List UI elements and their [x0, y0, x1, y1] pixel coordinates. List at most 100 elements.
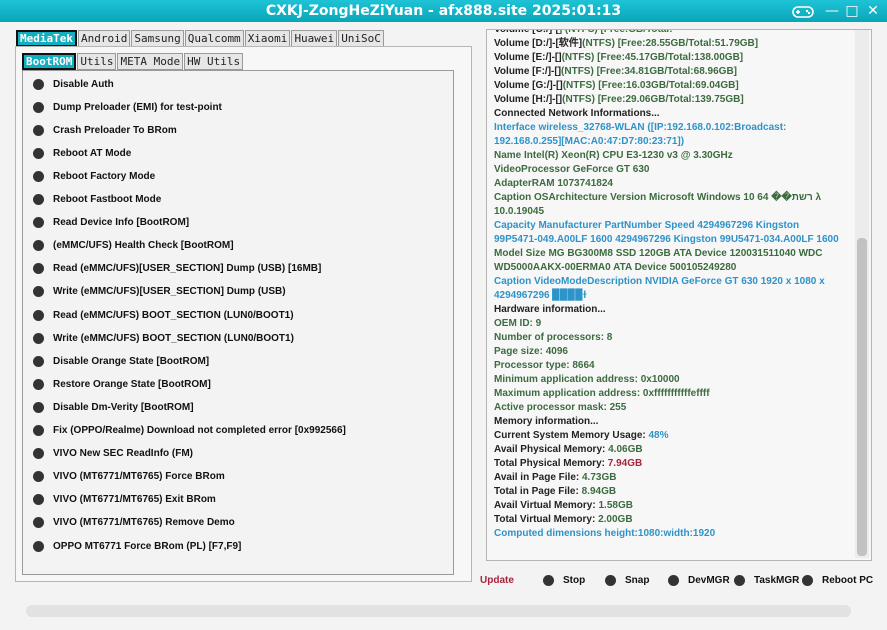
log-line: Active processor mask: 255: [494, 401, 626, 415]
radio-icon: [33, 101, 44, 113]
log-line: AdapterRAM 1073741824: [494, 177, 613, 191]
tab-xiaomi[interactable]: Xiaomi: [244, 30, 291, 47]
log-line: Volume [F:/]-[](NTFS) [Free:34.81GB/Tota…: [494, 65, 737, 79]
update-link[interactable]: Update: [480, 575, 514, 586]
log-text: Volume [F:/]-[]: [494, 66, 562, 77]
operation-item[interactable]: Reboot Factory Mode: [33, 168, 155, 184]
log-text: 7.94GB: [607, 458, 643, 469]
update-link-wrap: Update: [480, 572, 514, 588]
taskmgr-button[interactable]: TaskMGR: [734, 572, 799, 588]
operation-item[interactable]: VIVO (MT6771/MT6765) Remove Demo: [33, 515, 235, 531]
operation-label: Read (eMMC/UFS) BOOT_SECTION (LUN0/BOOT1…: [53, 309, 294, 321]
operation-item[interactable]: VIVO (MT6771/MT6765) Force BRom: [33, 469, 225, 485]
log-text: 10.0.19045: [494, 206, 545, 217]
operation-item[interactable]: Read (eMMC/UFS)[USER_SECTION] Dump (USB)…: [33, 261, 321, 277]
tab-utils[interactable]: Utils: [77, 53, 117, 70]
log-text: 4.06GB: [608, 444, 643, 455]
log-text: Avail Virtual Memory:: [494, 500, 599, 511]
radio-icon: [33, 378, 44, 390]
bootrom-operations-list: Disable Auth Dump Preloader (EMI) for tes…: [22, 70, 454, 575]
snap-button[interactable]: Snap: [605, 572, 649, 588]
close-button[interactable]: ✕: [864, 3, 882, 19]
radio-icon: [33, 147, 44, 159]
operation-item[interactable]: Restore Orange State [BootROM]: [33, 376, 211, 392]
log-text: WD5000AAKX-00ERMA0 ATA Device 5001052492…: [494, 262, 737, 273]
log-line: Avail Physical Memory: 4.06GB: [494, 443, 643, 457]
log-text: (NTFS) [Free:34.81GB/Total:68.96GB]: [561, 66, 737, 77]
radio-icon: [33, 194, 44, 205]
operation-item[interactable]: Crash Preloader To BRom: [33, 122, 177, 138]
tab-hw-utils[interactable]: HW Utils: [184, 53, 244, 70]
operation-item[interactable]: Disable Auth: [33, 76, 114, 92]
log-text: Caption OSArchitecture Version Microsoft…: [494, 192, 822, 203]
radio-icon: [33, 78, 44, 90]
operation-item[interactable]: Dump Preloader (EMI) for test-point: [33, 99, 222, 115]
log-text: GB/Total:: [628, 29, 673, 35]
log-text: Volume [D:/]-[软件]: [494, 38, 583, 49]
tab-samsung[interactable]: Samsung: [131, 30, 184, 47]
radio-icon: [33, 355, 44, 367]
operation-item[interactable]: Reboot AT Mode: [33, 145, 131, 161]
operation-label: VIVO (MT6771/MT6765) Remove Demo: [53, 517, 235, 529]
radio-icon: [33, 170, 44, 182]
snap-button-label: Snap: [625, 574, 650, 586]
operation-item[interactable]: Fix (OPPO/Realme) Download not completed…: [33, 423, 346, 439]
operation-label: Read Device Info [BootROM]: [53, 217, 190, 229]
radio-icon: [33, 240, 44, 252]
radio-icon: [33, 401, 44, 413]
operation-label: Reboot Fastboot Mode: [53, 194, 162, 205]
tab-mediatek[interactable]: MediaTek: [16, 30, 77, 47]
operation-label: Dump Preloader (EMI) for test-point: [53, 101, 222, 113]
operation-label: Read (eMMC/UFS)[USER_SECTION] Dump (USB)…: [53, 263, 322, 275]
log-text: Number of processors: 8: [494, 332, 613, 343]
radio-icon: [33, 494, 44, 506]
log-text: (NTFS) [Free:16.03GB/Total:69.04GB]: [562, 80, 739, 91]
operation-label: Disable Auth: [53, 78, 114, 90]
log-text: Connected Network Informations...: [494, 108, 660, 119]
tab-huawei[interactable]: Huawei: [291, 30, 338, 47]
tab-qualcomm[interactable]: Qualcomm: [184, 30, 244, 47]
operation-item[interactable]: VIVO New SEC ReadInfo (FM): [33, 446, 193, 462]
tab-bootrom[interactable]: BootROM: [22, 53, 77, 70]
operation-label: Fix (OPPO/Realme) Download not completed…: [53, 425, 346, 436]
reboot-pc-button-label: Reboot PC: [822, 574, 874, 586]
log-text: (NTFS) [Free:29.06GB/Total:139.75GB]: [562, 94, 744, 105]
log-line: Volume [H:/]-[](NTFS) [Free:29.06GB/Tota…: [494, 93, 744, 107]
log-panel[interactable]: Volume [C:/]-[] (NTFS) [Free:GB/Total: Vo…: [486, 29, 872, 561]
operation-item[interactable]: VIVO (MT6771/MT6765) Exit BRom: [33, 492, 216, 508]
log-scrollbar-thumb[interactable]: [857, 238, 867, 556]
tab-meta-mode[interactable]: META Mode: [117, 53, 184, 70]
log-text: Total Virtual Memory:: [494, 514, 599, 525]
operation-label: VIVO New SEC ReadInfo (FM): [53, 448, 194, 460]
log-text: Total in Page File:: [494, 486, 582, 497]
log-line: Capacity Manufacturer PartNumber Speed 4…: [494, 219, 799, 233]
operation-item[interactable]: OPPO MT6771 Force BRom (PL) [F7,F9]: [33, 538, 241, 554]
operation-item[interactable]: Disable Dm-Verity [BootROM]: [33, 399, 194, 415]
radio-icon: [734, 574, 745, 586]
operation-item[interactable]: Write (eMMC/UFS) BOOT_SECTION (LUN0/BOOT…: [33, 330, 294, 346]
radio-icon: [33, 263, 44, 275]
operation-item[interactable]: Write (eMMC/UFS)[USER_SECTION] Dump (USB…: [33, 284, 286, 300]
log-text: Volume [C:/]-[: [494, 29, 559, 35]
tab-unisoc[interactable]: UniSoC: [338, 30, 384, 47]
operation-item[interactable]: Disable Orange State [BootROM]: [33, 353, 209, 369]
stop-button-label: Stop: [563, 574, 586, 586]
operation-item[interactable]: Read Device Info [BootROM]: [33, 215, 189, 231]
minimize-button[interactable]: —: [823, 3, 841, 19]
title-bar: CXKJ-ZongHeZiYuan - afx888.site 2025:01:…: [0, 0, 887, 22]
devmgr-button[interactable]: DevMGR: [668, 572, 730, 588]
reboot-pc-button[interactable]: Reboot PC: [802, 572, 873, 588]
radio-icon: [802, 574, 813, 586]
log-text: (NTFS) [Free:45.17GB/Total:138.00GB]: [561, 52, 744, 63]
log-text: Page size: 4096: [494, 346, 568, 357]
operation-item[interactable]: Reboot Fastboot Mode: [33, 192, 161, 208]
operation-label: Restore Orange State [BootROM]: [53, 378, 211, 390]
maximize-button[interactable]: □: [843, 3, 861, 19]
log-line: Page size: 4096: [494, 345, 568, 359]
operation-item[interactable]: Read (eMMC/UFS) BOOT_SECTION (LUN0/BOOT1…: [33, 307, 294, 323]
stop-button[interactable]: Stop: [543, 572, 585, 588]
tab-android[interactable]: Android: [77, 30, 131, 47]
operation-label: Crash Preloader To BRom: [53, 124, 177, 136]
operation-item[interactable]: (eMMC/UFS) Health Check [BootROM]: [33, 238, 234, 254]
log-text: Active processor mask: 255: [494, 402, 627, 413]
